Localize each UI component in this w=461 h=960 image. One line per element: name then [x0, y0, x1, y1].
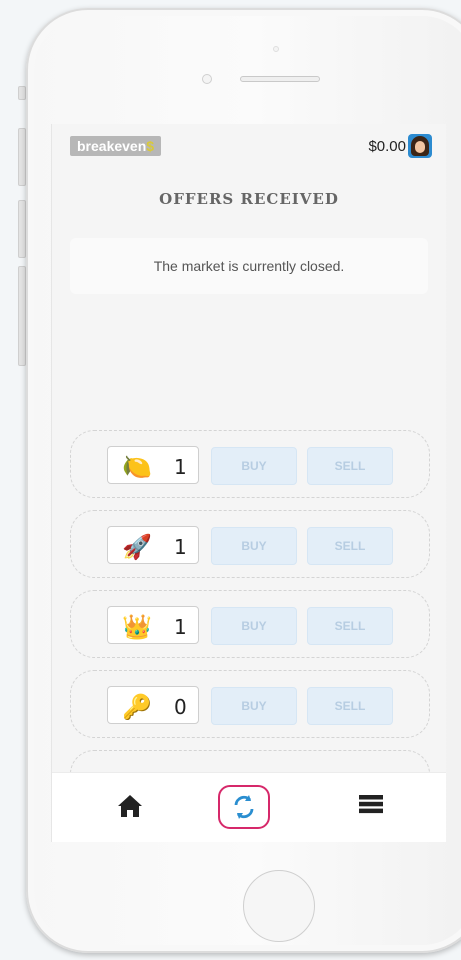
home-icon — [118, 795, 142, 817]
page-title: OFFERS RECEIVED — [159, 190, 339, 208]
rocket-icon: 🚀 — [122, 534, 152, 561]
quantity-box: 🍋 1 — [107, 446, 199, 484]
logo-accent: $ — [146, 138, 155, 154]
top-bar: breakeven$ $0.00 — [52, 124, 446, 180]
offer-row: 🍋 1 BUY SELL — [70, 430, 430, 498]
avatar[interactable] — [408, 134, 432, 158]
sell-button[interactable]: SELL — [307, 447, 393, 485]
bottom-navigation — [52, 772, 446, 842]
buy-button[interactable]: BUY — [211, 447, 297, 485]
side-button — [18, 266, 26, 366]
offer-row: 🔑 0 BUY SELL — [70, 670, 430, 738]
offers-list: 🍋 1 BUY SELL 🚀 1 BUY SELL 👑 1 BUY SELL 🔑 — [70, 430, 430, 830]
earpiece-speaker — [240, 76, 320, 82]
quantity-value: 1 — [174, 535, 187, 559]
quantity-box: 🚀 1 — [107, 526, 199, 564]
quantity-value: 1 — [174, 455, 187, 479]
buy-button[interactable]: BUY — [211, 527, 297, 565]
home-button[interactable] — [243, 870, 315, 942]
menu-icon — [359, 795, 383, 814]
sync-icon — [234, 795, 254, 819]
proximity-sensor — [273, 46, 279, 52]
mute-switch — [18, 86, 26, 100]
quantity-value: 0 — [174, 695, 187, 719]
app-screen: breakeven$ $0.00 OFFERS RECEIVED The mar… — [51, 124, 446, 842]
offer-row: 🚀 1 BUY SELL — [70, 510, 430, 578]
quantity-box: 👑 1 — [107, 606, 199, 644]
quantity-value: 1 — [174, 615, 187, 639]
key-icon: 🔑 — [122, 694, 152, 721]
buy-button[interactable]: BUY — [211, 687, 297, 725]
lemon-icon: 🍋 — [122, 454, 152, 481]
volume-down-button — [18, 200, 26, 258]
sell-button[interactable]: SELL — [307, 687, 393, 725]
account-balance: $0.00 — [368, 138, 406, 155]
offer-row: 👑 1 BUY SELL — [70, 590, 430, 658]
front-camera — [202, 74, 212, 84]
sell-button[interactable]: SELL — [307, 607, 393, 645]
market-status-notice: The market is currently closed. — [70, 238, 428, 294]
nav-home[interactable] — [116, 793, 144, 824]
quantity-box: 🔑 0 — [107, 686, 199, 724]
app-logo[interactable]: breakeven$ — [70, 136, 162, 156]
crown-icon: 👑 — [122, 614, 152, 641]
nav-menu[interactable] — [358, 793, 384, 820]
buy-button[interactable]: BUY — [211, 607, 297, 645]
logo-text: breakeven — [77, 138, 147, 154]
sell-button[interactable]: SELL — [307, 527, 393, 565]
nav-sync[interactable] — [218, 785, 270, 829]
volume-up-button — [18, 128, 26, 186]
